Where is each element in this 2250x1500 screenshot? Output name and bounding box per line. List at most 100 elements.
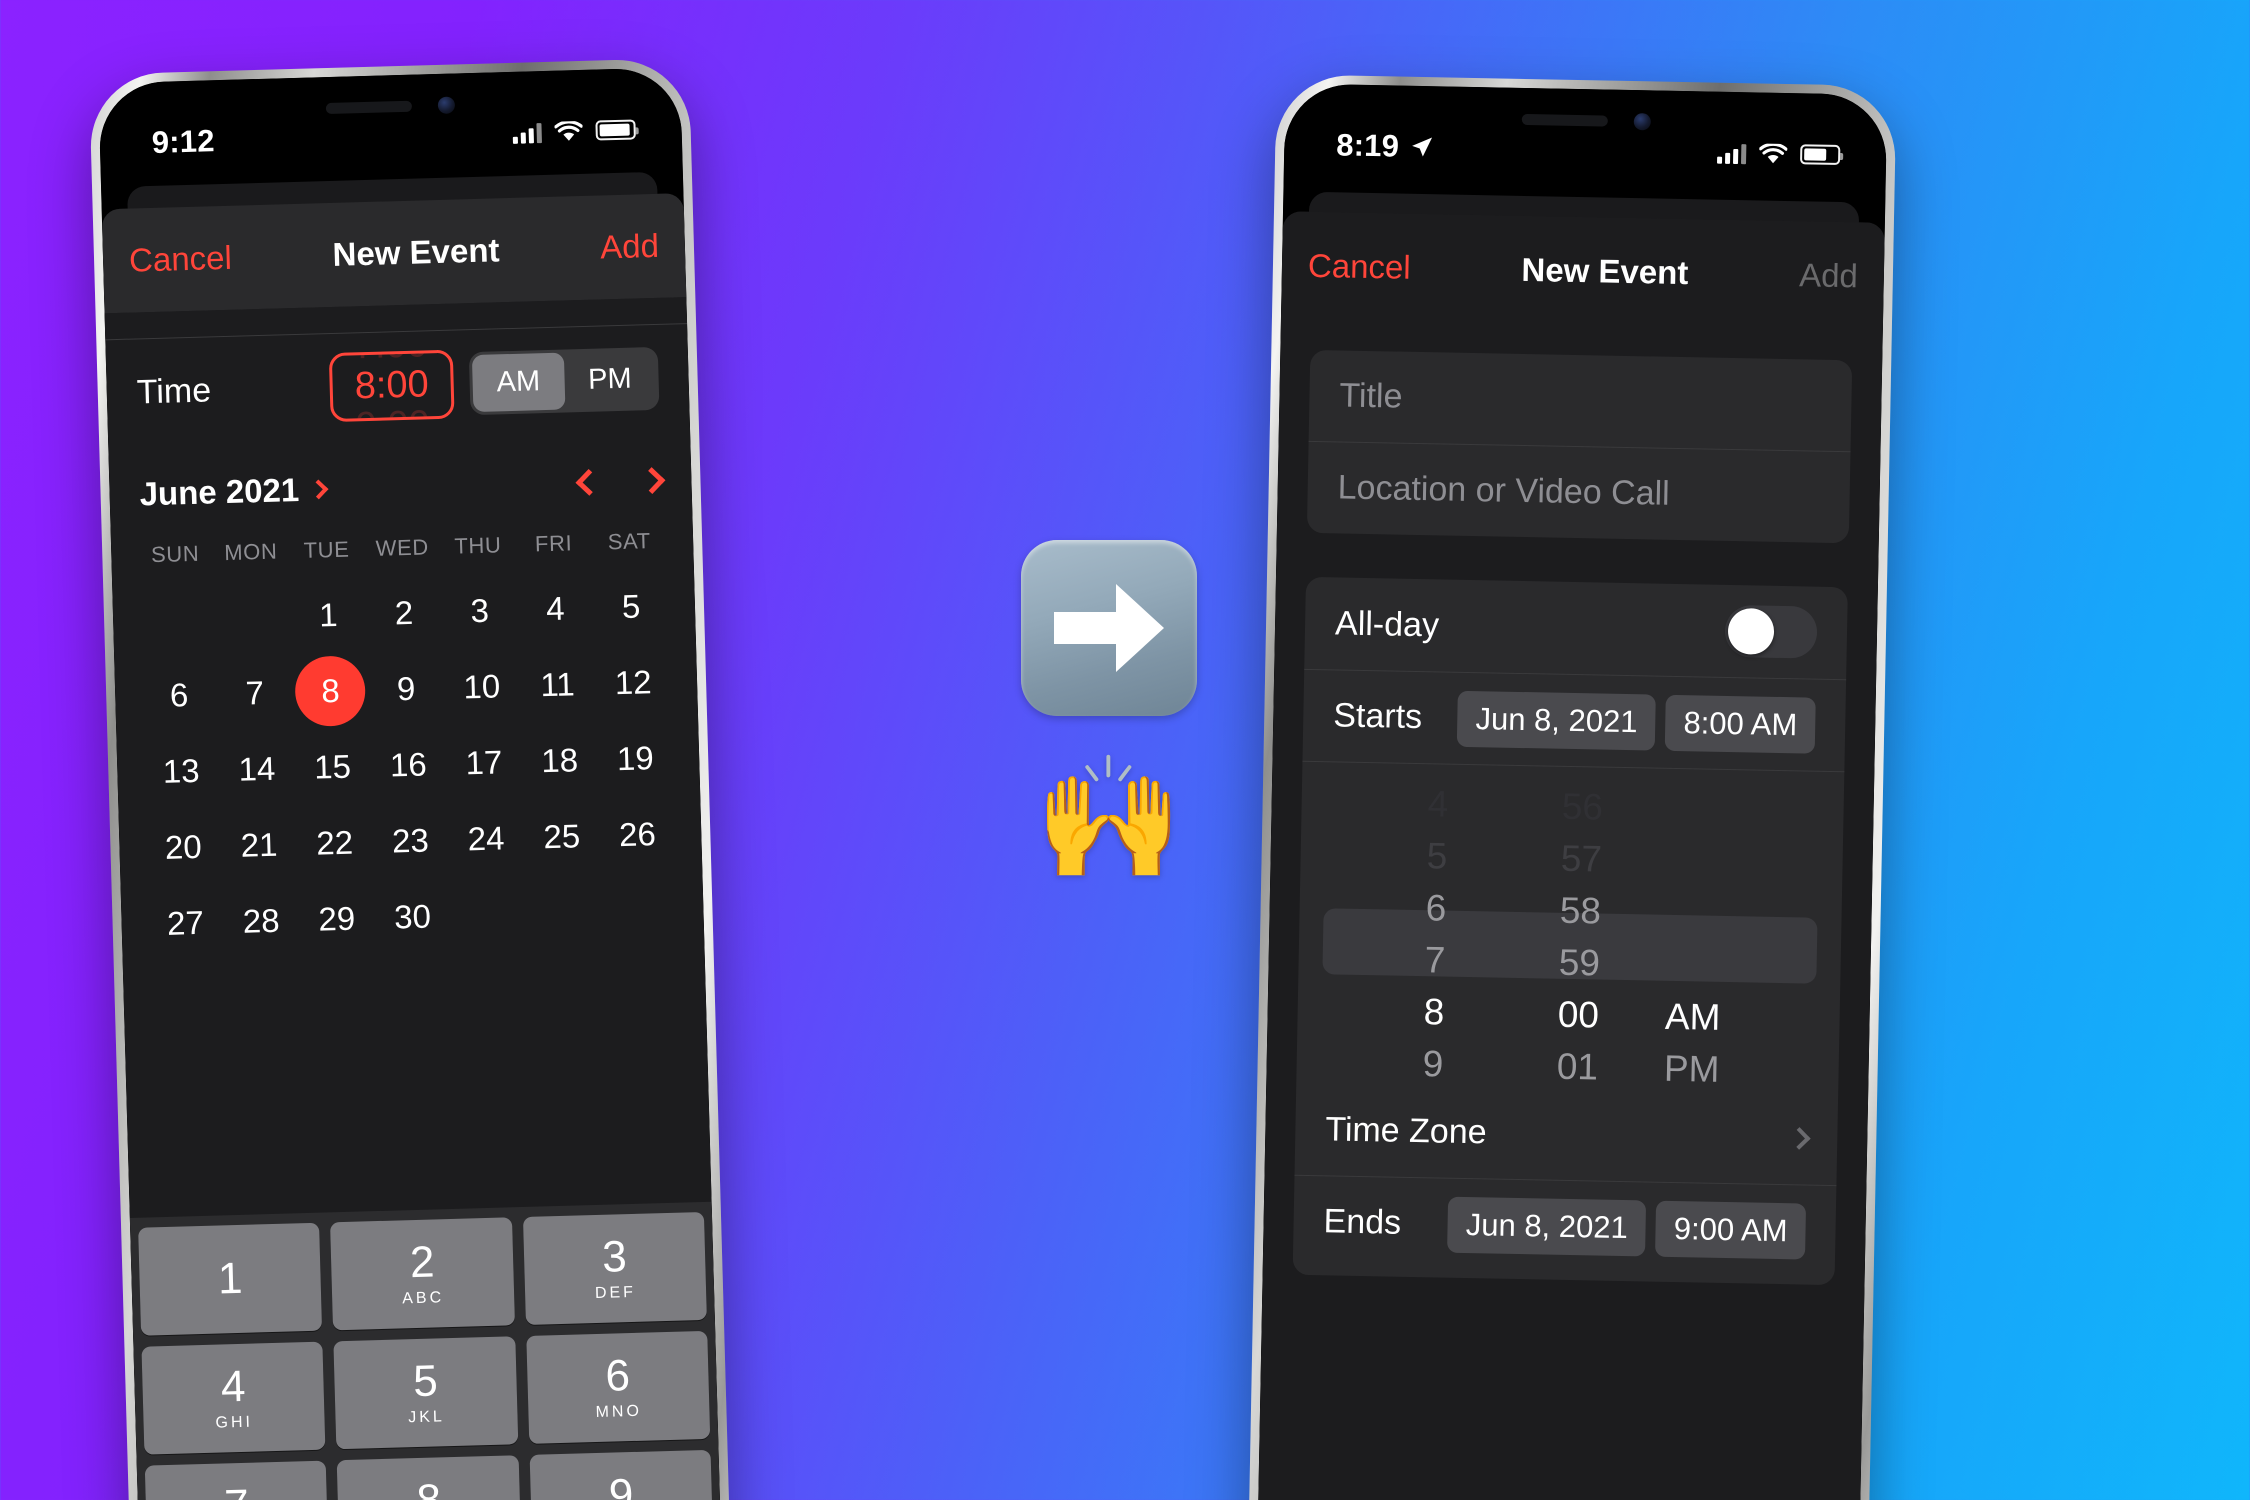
calendar-day-number: 27	[166, 903, 205, 942]
calendar-day-21[interactable]: 21	[220, 806, 298, 884]
calendar-day-10[interactable]: 10	[443, 648, 521, 726]
calendar-day-22[interactable]: 22	[296, 804, 374, 882]
meridiem-column[interactable]: AM PM	[1654, 783, 1844, 1093]
ends-time-button[interactable]: 9:00 AM	[1655, 1200, 1807, 1260]
time-value-field[interactable]: 7:00 8:00 9:00	[328, 349, 455, 423]
calendar-day-4[interactable]: 4	[517, 570, 595, 648]
starts-time-button[interactable]: 8:00 AM	[1664, 694, 1816, 754]
keypad-key-2[interactable]: 2 ABC	[330, 1217, 515, 1331]
calendar-day-8[interactable]: 8	[292, 652, 370, 730]
calendar-day-18[interactable]: 18	[521, 722, 599, 800]
hour-column[interactable]: 456789101112	[1296, 776, 1483, 1093]
left-phone-volume-up-button[interactable]	[98, 413, 104, 500]
calendar-day-30[interactable]: 30	[374, 878, 452, 956]
segment-pm[interactable]: PM	[563, 350, 656, 410]
calendar-day-3[interactable]: 3	[441, 572, 519, 650]
calendar-day-2[interactable]: 2	[365, 574, 443, 652]
picker-hour-6[interactable]: 6	[1299, 880, 1481, 935]
calendar-day-number: 15	[313, 747, 352, 786]
left-event-sheet: Cancel New Event Add Time 7:00 8:00 9:00…	[101, 193, 722, 1500]
time-picker-wheel[interactable]: 456789101112 565758590001020304 AMPM	[1296, 760, 1845, 1094]
left-sheet-navbar: Cancel New Event Add	[101, 193, 687, 314]
keypad-key-number: 7	[224, 1480, 250, 1500]
picker-meridiem-blank	[1661, 835, 1843, 890]
calendar-blank-cell	[138, 580, 216, 658]
calendar-day-19[interactable]: 19	[596, 720, 674, 798]
picker-hour-7[interactable]: 7	[1298, 932, 1480, 987]
picker-minute-58[interactable]: 58	[1480, 883, 1662, 938]
left-phone-mute-switch[interactable]	[98, 323, 101, 370]
calendar-month-button[interactable]: June 2021	[139, 470, 329, 513]
calendar-day-number: 10	[462, 667, 501, 706]
calendar-day-29[interactable]: 29	[298, 880, 376, 958]
calendar-day-17[interactable]: 17	[445, 724, 523, 802]
chevron-left-icon[interactable]	[575, 468, 603, 496]
picker-hour-5[interactable]: 5	[1300, 828, 1482, 883]
picker-minute-00[interactable]: 00	[1478, 987, 1660, 1042]
picker-hour-8[interactable]: 8	[1297, 984, 1479, 1039]
picker-meridiem-AM[interactable]: AM	[1658, 991, 1840, 1046]
right-cancel-button[interactable]: Cancel	[1308, 247, 1411, 287]
keypad-key-1[interactable]: 1	[138, 1222, 323, 1336]
right-phone-power-button[interactable]	[1883, 474, 1888, 606]
keypad-key-letters: GHI	[215, 1413, 254, 1432]
calendar-day-27[interactable]: 27	[147, 884, 225, 962]
event-schedule-card: All-day Starts Jun 8, 2021 8:00 AM 4 5 6…	[1292, 576, 1848, 1286]
keypad-key-4[interactable]: 4 GHI	[141, 1341, 326, 1455]
time-zone-row[interactable]: Time Zone	[1295, 1083, 1839, 1185]
keypad-key-7[interactable]: 7PQRS	[144, 1460, 330, 1500]
calendar-day-24[interactable]: 24	[447, 800, 525, 878]
calendar-day-11[interactable]: 11	[519, 646, 597, 724]
picker-minute-57[interactable]: 57	[1481, 831, 1663, 886]
right-phone-mute-switch[interactable]	[1268, 313, 1276, 360]
calendar-day-15[interactable]: 15	[294, 728, 372, 806]
right-phone-volume-up-button[interactable]	[1265, 403, 1274, 490]
calendar-day-25[interactable]: 25	[523, 798, 601, 876]
all-day-toggle[interactable]	[1724, 604, 1818, 659]
calendar-day-6[interactable]: 6	[140, 656, 218, 734]
segment-am[interactable]: AM	[471, 352, 565, 413]
calendar-day-14[interactable]: 14	[218, 730, 296, 808]
location-input[interactable]: Location or Video Call	[1306, 440, 1851, 544]
keypad-key-6[interactable]: 6 MNO	[525, 1330, 711, 1444]
weekday-sat: SAT	[607, 528, 652, 555]
left-cancel-button[interactable]: Cancel	[129, 239, 233, 280]
calendar-day-12[interactable]: 12	[594, 644, 672, 722]
picker-meridiem-PM[interactable]: PM	[1657, 1043, 1839, 1093]
picker-minute-56[interactable]: 56	[1482, 779, 1664, 834]
calendar-day-9[interactable]: 9	[367, 650, 445, 728]
keypad-key-8[interactable]: 8TUV	[337, 1455, 522, 1500]
calendar-day-26[interactable]: 26	[599, 796, 677, 874]
calendar-day-28[interactable]: 28	[222, 882, 300, 960]
minute-column[interactable]: 565758590001020304	[1474, 779, 1664, 1093]
calendar-day-5[interactable]: 5	[592, 568, 670, 646]
meridiem-segmented-control[interactable]: AM PM	[468, 346, 660, 416]
keypad-key-3[interactable]: 3 DEF	[522, 1211, 707, 1325]
calendar-day-23[interactable]: 23	[372, 802, 450, 880]
ends-date-button[interactable]: Jun 8, 2021	[1447, 1196, 1647, 1256]
picker-hour-9[interactable]: 9	[1296, 1036, 1478, 1091]
left-add-button[interactable]: Add	[600, 227, 660, 267]
calendar-day-20[interactable]: 20	[144, 808, 222, 886]
keypad-key-5[interactable]: 5 JKL	[333, 1336, 518, 1450]
calendar-day-16[interactable]: 16	[369, 726, 447, 804]
left-phone-volume-down-button[interactable]	[98, 523, 107, 610]
keypad-key-9[interactable]: 9WXYZ	[529, 1449, 714, 1500]
right-status-time-text: 8:19	[1335, 127, 1400, 164]
earpiece-speaker	[325, 100, 412, 114]
calendar-day-number: 5	[621, 587, 641, 625]
calendar-day-13[interactable]: 13	[142, 732, 220, 810]
title-input[interactable]: Title	[1309, 350, 1853, 451]
picker-hour-4[interactable]: 4	[1301, 776, 1483, 831]
time-value-text: 8:00	[354, 363, 430, 408]
picker-minute-59[interactable]: 59	[1479, 935, 1661, 990]
picker-minute-01[interactable]: 01	[1477, 1039, 1659, 1093]
calendar-day-1[interactable]: 1	[289, 576, 367, 654]
starts-date-button[interactable]: Jun 8, 2021	[1456, 690, 1657, 751]
chevron-right-icon[interactable]	[638, 466, 666, 494]
keypad-row: 7PQRS8TUV9WXYZ	[144, 1449, 714, 1500]
calendar-day-7[interactable]: 7	[216, 654, 294, 732]
weekday-fri: FRI	[534, 530, 573, 557]
right-phone-volume-down-button[interactable]	[1263, 513, 1272, 600]
weekday-tue: TUE	[303, 536, 350, 563]
